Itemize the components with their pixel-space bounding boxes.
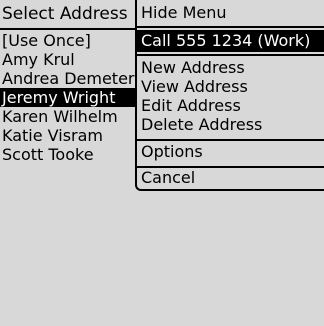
list-item-karen-wilhelm[interactable]: Karen Wilhelm [0, 107, 136, 126]
list-item-jeremy-wright[interactable]: Jeremy Wright [0, 88, 136, 107]
menu-separator [137, 54, 324, 56]
menu-item-hide-menu[interactable]: Hide Menu [137, 3, 324, 23]
menu-item-call-work[interactable]: Call 555 1234 (Work) [137, 30, 324, 52]
device-screen: Select Address [Use Once] Amy Krul Andre… [0, 0, 324, 326]
menu-item-edit-address[interactable]: Edit Address [137, 96, 324, 116]
screen-title: Select Address [2, 4, 128, 24]
menu-item-view-address[interactable]: View Address [137, 77, 324, 97]
list-item-scott-tooke[interactable]: Scott Tooke [0, 145, 136, 164]
list-item-use-once[interactable]: [Use Once] [0, 31, 136, 50]
title-divider [0, 28, 136, 30]
menu-item-delete-address[interactable]: Delete Address [137, 115, 324, 135]
list-item-amy-krul[interactable]: Amy Krul [0, 50, 136, 69]
context-menu: Hide Menu Call 555 1234 (Work) New Addre… [135, 0, 324, 191]
list-item-andrea-demeter[interactable]: Andrea Demeter [0, 69, 136, 88]
menu-item-new-address[interactable]: New Address [137, 58, 324, 78]
menu-item-options[interactable]: Options [137, 142, 324, 162]
menu-item-cancel[interactable]: Cancel [137, 168, 324, 188]
menu-separator [137, 26, 324, 28]
list-item-katie-visram[interactable]: Katie Visram [0, 126, 136, 145]
menu-separator [137, 139, 324, 141]
address-list: [Use Once] Amy Krul Andrea Demeter Jerem… [0, 31, 136, 164]
